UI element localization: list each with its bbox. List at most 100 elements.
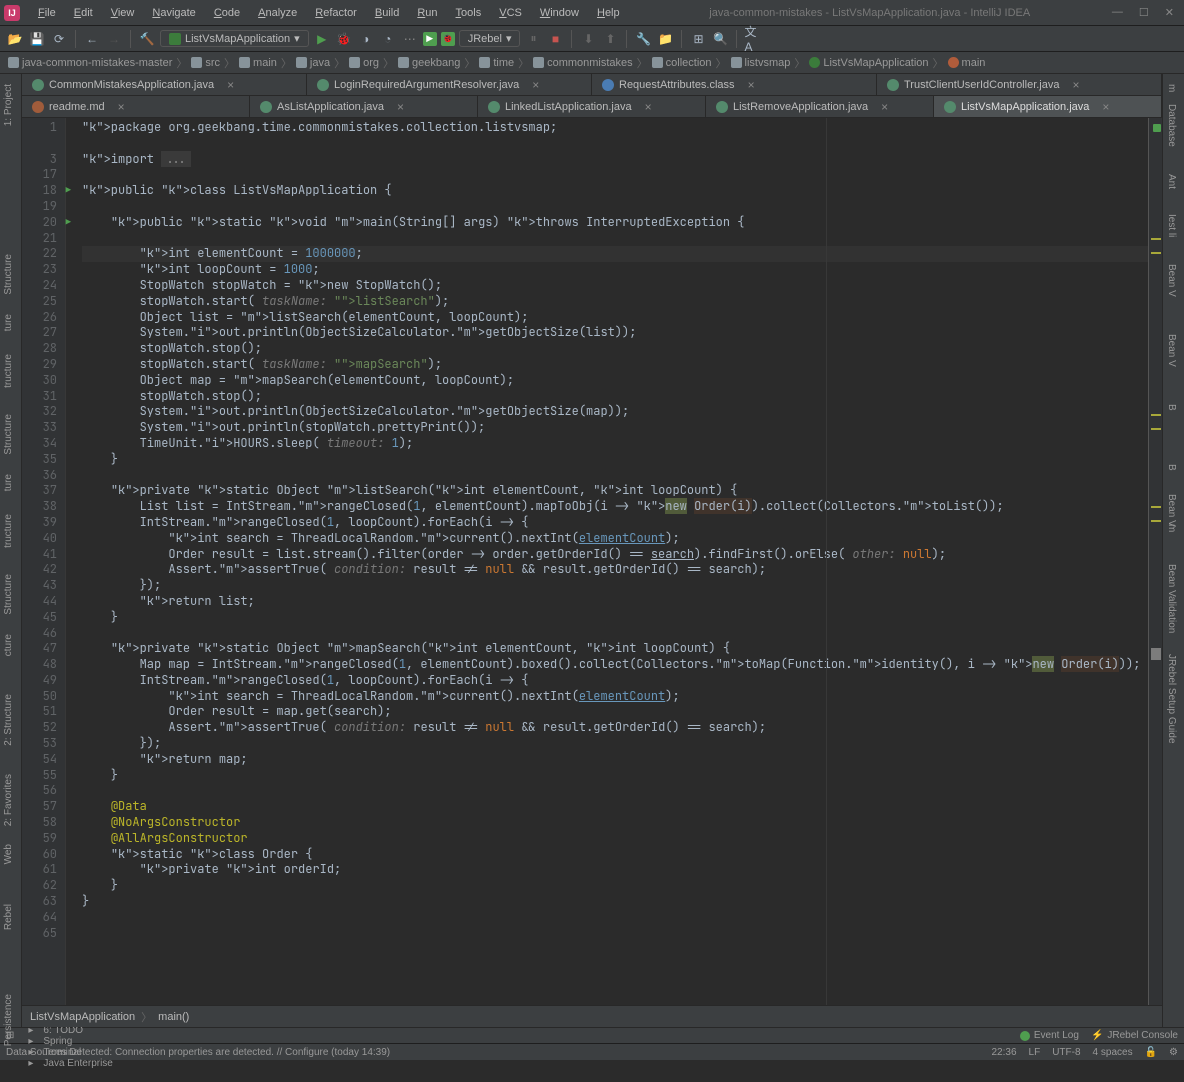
code-area[interactable]: "k">package org.geekbang.time.commonmist… bbox=[66, 118, 1148, 1005]
close-icon[interactable]: ✕ bbox=[1165, 6, 1174, 19]
tab-close-icon[interactable]: × bbox=[881, 100, 888, 114]
bottom-tool-spring[interactable]: ▸Spring bbox=[28, 1036, 112, 1047]
menu-window[interactable]: Window bbox=[532, 5, 587, 21]
run-icon[interactable]: ▶ bbox=[313, 30, 331, 48]
debug-icon[interactable]: 🐞 bbox=[335, 30, 353, 48]
maximize-icon[interactable]: ☐ bbox=[1139, 6, 1149, 19]
menu-run[interactable]: Run bbox=[409, 5, 445, 21]
jrebel-debug-icon[interactable]: 🐞 bbox=[441, 32, 455, 46]
menu-tools[interactable]: Tools bbox=[448, 5, 490, 21]
search-icon[interactable]: 🔧 bbox=[634, 30, 652, 48]
breadcrumb-item[interactable]: geekbang bbox=[396, 57, 462, 69]
left-tool-tructure[interactable]: tructure bbox=[3, 354, 14, 388]
editor-tab[interactable]: LoginRequiredArgumentResolver.java× bbox=[307, 74, 592, 95]
indent-setting[interactable]: 4 spaces bbox=[1093, 1047, 1133, 1058]
menu-help[interactable]: Help bbox=[589, 5, 628, 21]
breadcrumb-item[interactable]: time bbox=[477, 57, 516, 69]
breadcrumb-item[interactable]: java bbox=[294, 57, 332, 69]
tab-close-icon[interactable]: × bbox=[397, 100, 404, 114]
left-tool-ture[interactable]: ture bbox=[3, 314, 14, 331]
right-tool-3[interactable]: Iest li bbox=[1166, 214, 1177, 237]
forward-icon[interactable]: → bbox=[105, 30, 123, 48]
structure-icon[interactable]: ⊞ bbox=[689, 30, 707, 48]
find-icon[interactable]: 📁 bbox=[656, 30, 674, 48]
menu-refactor[interactable]: Refactor bbox=[307, 5, 365, 21]
left-tool-structure[interactable]: Structure bbox=[3, 574, 14, 615]
run-config-dropdown[interactable]: ListVsMapApplication▾ bbox=[160, 30, 309, 47]
file-encoding[interactable]: UTF-8 bbox=[1052, 1047, 1080, 1058]
breadcrumb-item[interactable]: src bbox=[189, 57, 222, 69]
search-everywhere-icon[interactable]: 🔍 bbox=[711, 30, 729, 48]
left-tool-structure[interactable]: Structure bbox=[3, 414, 14, 455]
tab-close-icon[interactable]: × bbox=[645, 100, 652, 114]
menu-build[interactable]: Build bbox=[367, 5, 407, 21]
left-tool-rebel[interactable]: Rebel bbox=[3, 904, 14, 930]
nav-method[interactable]: main() bbox=[158, 1011, 189, 1023]
jrebel-dropdown[interactable]: JRebel▾ bbox=[459, 30, 521, 47]
caret-position[interactable]: 22:36 bbox=[992, 1047, 1017, 1058]
memory-icon[interactable]: ⚙ bbox=[1169, 1047, 1178, 1058]
jrebel-run-icon[interactable]: ▶ bbox=[423, 32, 437, 46]
menu-file[interactable]: File bbox=[30, 5, 64, 21]
nav-class[interactable]: ListVsMapApplication bbox=[30, 1011, 135, 1023]
left-tool-web[interactable]: Web bbox=[3, 844, 14, 864]
menu-navigate[interactable]: Navigate bbox=[144, 5, 203, 21]
breadcrumb-item[interactable]: java-common-mistakes-master bbox=[6, 57, 174, 69]
right-tool-10[interactable]: Bean Validation bbox=[1166, 564, 1177, 633]
left-tool-2--favorites[interactable]: 2: Favorites bbox=[3, 774, 14, 826]
back-icon[interactable]: ← bbox=[83, 30, 101, 48]
menu-edit[interactable]: Edit bbox=[66, 5, 101, 21]
tab-close-icon[interactable]: × bbox=[1072, 78, 1079, 92]
translate-icon[interactable]: 文A bbox=[744, 30, 762, 48]
tab-close-icon[interactable]: × bbox=[227, 78, 234, 92]
tab-close-icon[interactable]: × bbox=[118, 100, 125, 114]
editor-tab[interactable]: readme.md× bbox=[22, 96, 250, 117]
menu-analyze[interactable]: Analyze bbox=[250, 5, 305, 21]
stop-icon[interactable]: ■ bbox=[546, 30, 564, 48]
bottom-tool-java-enterprise[interactable]: ▸Java Enterprise bbox=[28, 1058, 112, 1069]
right-tool-9[interactable]: m bbox=[1166, 524, 1177, 532]
left-tool-structure[interactable]: Structure bbox=[3, 254, 14, 295]
profile-icon[interactable]: ◔ bbox=[379, 30, 397, 48]
save-icon[interactable]: 💾 bbox=[28, 30, 46, 48]
open-icon[interactable]: 📂 bbox=[6, 30, 24, 48]
left-tool-ture[interactable]: ture bbox=[3, 474, 14, 491]
tab-close-icon[interactable]: × bbox=[532, 78, 539, 92]
attach-icon[interactable]: ⋯ bbox=[401, 30, 419, 48]
minimize-icon[interactable]: — bbox=[1112, 6, 1123, 19]
right-tool-2[interactable]: Ant bbox=[1166, 174, 1177, 189]
editor-tab[interactable]: ListVsMapApplication.java× bbox=[934, 96, 1162, 117]
menu-code[interactable]: Code bbox=[206, 5, 248, 21]
refresh-icon[interactable]: ⟳ bbox=[50, 30, 68, 48]
line-separator[interactable]: LF bbox=[1029, 1047, 1041, 1058]
editor-tab[interactable]: LinkedListApplication.java× bbox=[478, 96, 706, 117]
left-tool-tructure[interactable]: tructure bbox=[3, 514, 14, 548]
build-icon[interactable]: 🔨 bbox=[138, 30, 156, 48]
tab-close-icon[interactable]: × bbox=[748, 78, 755, 92]
editor-tab[interactable]: AsListApplication.java× bbox=[250, 96, 478, 117]
editor-tab[interactable]: RequestAttributes.class× bbox=[592, 74, 877, 95]
breadcrumb-item[interactable]: commonmistakes bbox=[531, 57, 635, 69]
error-stripe[interactable] bbox=[1148, 118, 1162, 1005]
left-tool-2--structure[interactable]: 2: Structure bbox=[3, 694, 14, 746]
right-tool-7[interactable]: B bbox=[1166, 464, 1177, 471]
vcs-commit-icon[interactable]: ⬆ bbox=[601, 30, 619, 48]
right-tool-11[interactable]: JRebel Setup Guide bbox=[1166, 654, 1177, 744]
tab-close-icon[interactable]: × bbox=[1102, 100, 1109, 114]
readonly-icon[interactable]: 🔓 bbox=[1145, 1047, 1157, 1058]
left-tool-persistence[interactable]: Persistence bbox=[3, 994, 14, 1046]
right-tool-4[interactable]: Bean V bbox=[1166, 264, 1177, 297]
right-tool-0[interactable]: m bbox=[1166, 84, 1177, 92]
left-tool-cture[interactable]: cture bbox=[3, 634, 14, 656]
vcs-update-icon[interactable]: ⬇ bbox=[579, 30, 597, 48]
status-message[interactable]: Data Sources Detected: Connection proper… bbox=[6, 1047, 390, 1058]
breadcrumb-item[interactable]: main bbox=[946, 57, 988, 69]
coverage-icon[interactable]: ◑ bbox=[357, 30, 375, 48]
right-tool-6[interactable]: B bbox=[1166, 404, 1177, 411]
menu-view[interactable]: View bbox=[103, 5, 143, 21]
editor-tab[interactable]: TrustClientUserIdController.java× bbox=[877, 74, 1162, 95]
editor-tab[interactable]: CommonMistakesApplication.java× bbox=[22, 74, 307, 95]
event-log-button[interactable]: Event Log bbox=[1020, 1030, 1079, 1041]
breadcrumb-item[interactable]: collection bbox=[650, 57, 714, 69]
menu-vcs[interactable]: VCS bbox=[491, 5, 530, 21]
